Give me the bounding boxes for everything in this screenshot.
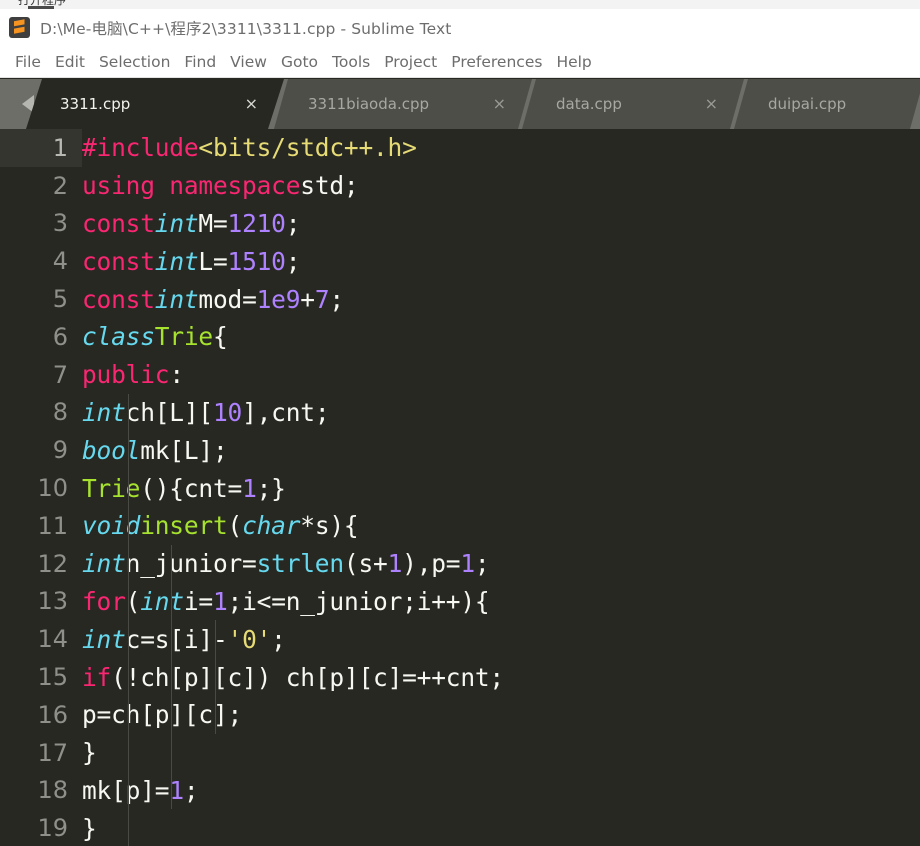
line-content[interactable]: int ch[L][10],cnt; <box>82 393 920 432</box>
code-line[interactable]: 11 void insert(char *s){ <box>0 506 920 545</box>
code-line[interactable]: 5 const int mod= 1e9 +7; <box>0 280 920 318</box>
close-icon[interactable]: × <box>493 96 506 112</box>
line-number: 9 <box>52 436 68 465</box>
line-number: 15 <box>37 663 68 692</box>
line-content[interactable]: int c=s[i]- '0'; <box>82 620 920 659</box>
line-number: 10 <box>37 474 68 503</box>
code-editor[interactable]: 1 #include <bits/stdc++.h> 2 using names… <box>0 129 920 846</box>
line-content[interactable]: class Trie{ <box>82 318 920 356</box>
menu-item-project[interactable]: Project <box>377 50 444 74</box>
line-number: 2 <box>52 171 68 200</box>
sublime-text-logo-icon <box>9 17 30 38</box>
code-line[interactable]: 13 for(int i= 1 ;i<=n_junior;i++){ <box>0 582 920 621</box>
menu-bar: File Edit Selection Find View Goto Tools… <box>0 46 920 78</box>
line-content[interactable]: for(int i= 1 ;i<=n_junior;i++){ <box>82 582 920 621</box>
line-content[interactable]: mk[p]= 1; <box>82 771 920 810</box>
menu-item-file[interactable]: File <box>8 50 48 74</box>
tab-label: 3311biaoda.cpp <box>308 95 430 113</box>
menu-item-view[interactable]: View <box>223 50 274 74</box>
menu-item-tools[interactable]: Tools <box>325 50 377 74</box>
line-content[interactable]: const int mod= 1e9 +7; <box>82 280 920 318</box>
window-title: D:\Me-电脑\C++\程序2\3311\3311.cpp - Sublime… <box>40 19 452 38</box>
line-content[interactable]: if (!ch[p][c]) ch[p][c]=++cnt; <box>82 658 920 696</box>
code-line[interactable]: 4 const int L= 1510; <box>0 242 920 280</box>
line-number: 11 <box>37 511 68 540</box>
tab-3311-cpp[interactable]: 3311.cpp × <box>26 79 284 129</box>
line-content[interactable]: int n_junior= strlen (s+ 1),p= 1; <box>82 544 920 583</box>
line-number: 16 <box>37 700 68 729</box>
line-number: 12 <box>37 549 68 578</box>
line-number: 4 <box>52 247 68 276</box>
line-content[interactable]: #include <bits/stdc++.h> <box>82 129 920 167</box>
tab-3311biaoda-cpp[interactable]: 3311biaoda.cpp × <box>274 79 532 129</box>
line-content[interactable]: } <box>82 733 920 772</box>
close-icon[interactable]: × <box>705 96 718 112</box>
line-content[interactable]: } <box>82 809 920 846</box>
tab-label: data.cpp <box>556 95 622 113</box>
line-content[interactable]: p=ch[p][c]; <box>82 695 920 734</box>
tab-bar: 3311.cpp × 3311biaoda.cpp × data.cpp × d… <box>0 79 920 129</box>
menu-item-goto[interactable]: Goto <box>274 50 325 74</box>
line-number: 14 <box>37 625 68 654</box>
menu-item-find[interactable]: Find <box>177 50 223 74</box>
code-line[interactable]: 15 if (!ch[p][c]) ch[p][c]=++cnt; <box>0 658 920 696</box>
line-number: 7 <box>52 360 68 389</box>
line-number: 13 <box>37 587 68 616</box>
line-content[interactable]: public: <box>82 356 920 394</box>
menu-item-help[interactable]: Help <box>549 50 598 74</box>
line-number: 5 <box>52 285 68 314</box>
line-content[interactable]: const int L= 1510; <box>82 242 920 280</box>
tab-data-cpp[interactable]: data.cpp × <box>522 79 744 129</box>
code-line[interactable]: 6 class Trie{ <box>0 318 920 356</box>
tab-label: duipai.cpp <box>768 95 847 113</box>
line-content[interactable]: void insert(char *s){ <box>82 506 920 545</box>
line-number: 3 <box>52 209 68 238</box>
code-line[interactable]: 7 public: <box>0 356 920 394</box>
code-line[interactable]: 17 } <box>0 733 920 772</box>
code-line[interactable]: 19 } <box>0 809 920 846</box>
close-icon[interactable]: × <box>245 96 258 112</box>
tab-list: 3311.cpp × 3311biaoda.cpp × data.cpp × d… <box>36 79 920 129</box>
code-line[interactable]: 14 int c=s[i]- '0'; <box>0 620 920 659</box>
code-line[interactable]: 12 int n_junior= strlen (s+ 1),p= 1; <box>0 544 920 583</box>
line-number: 17 <box>37 738 68 767</box>
tab-label: 3311.cpp <box>60 95 131 113</box>
line-number: 19 <box>37 814 68 843</box>
menu-item-edit[interactable]: Edit <box>48 50 92 74</box>
sublime-text-window: 打开程序 D:\Me-电脑\C++\程序2\3311\3311.cpp - Su… <box>0 0 920 846</box>
tab-duipai-cpp[interactable]: duipai.cpp <box>734 79 920 129</box>
code-line[interactable]: 9 bool mk[L]; <box>0 431 920 470</box>
code-line[interactable]: 3 const int M= 1210; <box>0 205 920 243</box>
line-number: 8 <box>52 398 68 427</box>
code-line[interactable]: 8 int ch[L][10],cnt; <box>0 393 920 432</box>
line-number: 1 <box>0 129 82 167</box>
code-line[interactable]: 16 p=ch[p][c]; <box>0 695 920 734</box>
code-line[interactable]: 1 #include <bits/stdc++.h> <box>0 129 920 167</box>
menu-item-selection[interactable]: Selection <box>92 50 177 74</box>
code-line[interactable]: 2 using namespace std; <box>0 167 920 205</box>
line-content[interactable]: Trie (){cnt= 1;} <box>82 469 920 507</box>
menu-item-preferences[interactable]: Preferences <box>444 50 549 74</box>
code-line[interactable]: 18 mk[p]= 1; <box>0 771 920 810</box>
code-line[interactable]: 10 Trie (){cnt= 1;} <box>0 469 920 507</box>
line-content[interactable]: bool mk[L]; <box>82 431 920 470</box>
line-number: 18 <box>37 776 68 805</box>
line-content[interactable]: using namespace std; <box>82 167 920 205</box>
line-number: 6 <box>52 322 68 351</box>
line-content[interactable]: const int M= 1210; <box>82 205 920 243</box>
title-bar: D:\Me-电脑\C++\程序2\3311\3311.cpp - Sublime… <box>0 9 920 46</box>
